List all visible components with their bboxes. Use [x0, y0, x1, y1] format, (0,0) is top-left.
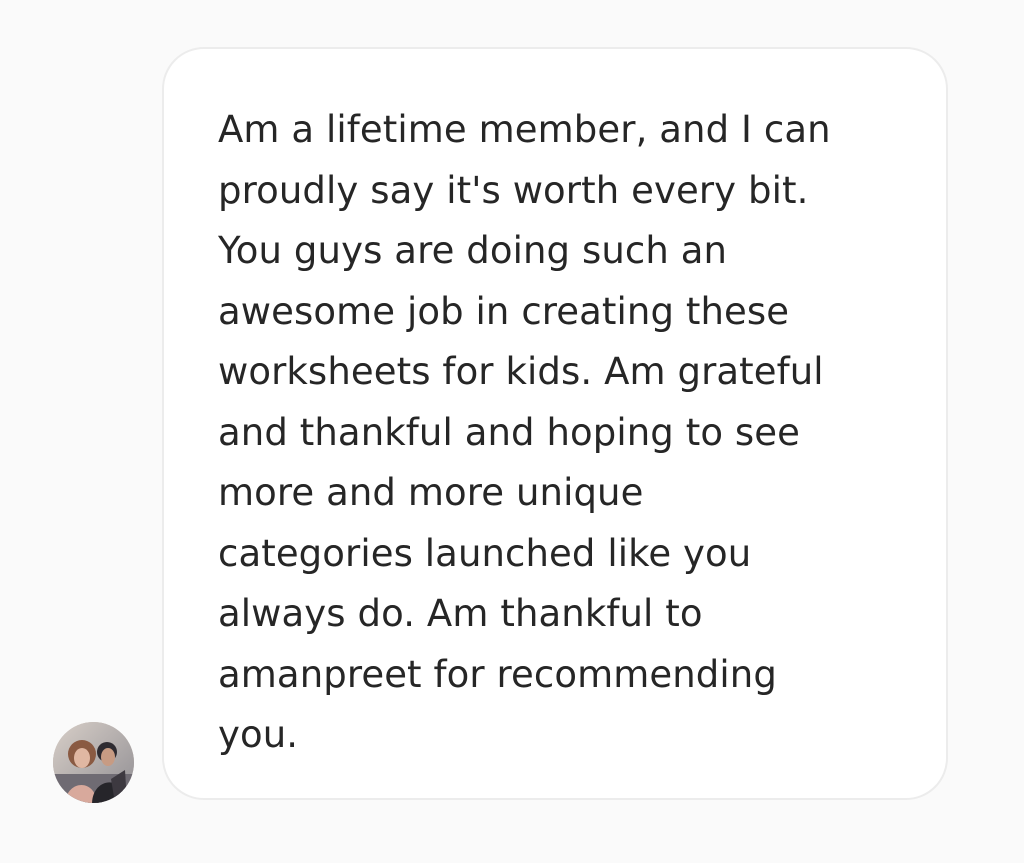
message-line: Am a lifetime member, and I can	[218, 108, 831, 151]
message-line: proudly say it's worth every bit.	[218, 168, 809, 212]
message-line: always do. Am thankful to	[218, 592, 703, 635]
message-text: Am a lifetime member, and I can proudly …	[218, 100, 918, 766]
profile-photo-icon	[53, 722, 134, 803]
message-line: and thankful and hoping to see	[218, 410, 801, 454]
message-line: you.	[218, 713, 299, 756]
sender-avatar[interactable]	[53, 722, 134, 803]
message-line: amanpreet for recommending	[218, 652, 777, 696]
message-line: more and more unique	[218, 471, 644, 514]
message-line: awesome job in creating these	[218, 289, 790, 333]
message-line: You guys are doing such an	[218, 229, 728, 272]
message-line: worksheets for kids. Am grateful	[218, 350, 824, 393]
chat-thread: Am a lifetime member, and I can proudly …	[0, 0, 1024, 863]
message-line: categories launched like you	[218, 531, 752, 575]
